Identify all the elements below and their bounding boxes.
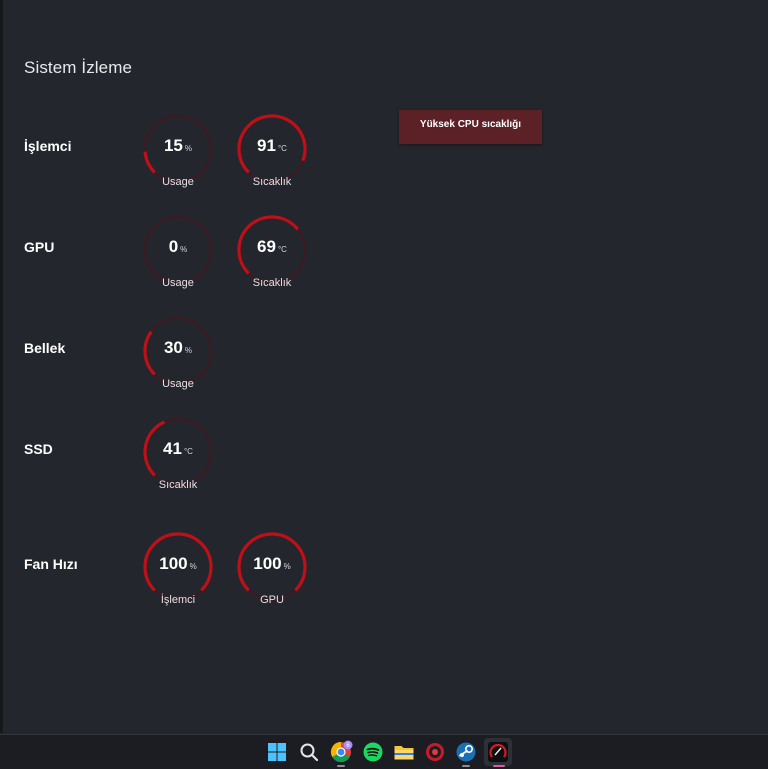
gauge-value: 100% [232,554,312,574]
row-label-ssd: SSD [24,441,53,457]
row-label-gpu: GPU [24,239,55,255]
gauge-caption: Usage [162,378,194,390]
gauge-number: 100 [253,554,282,573]
folder-glyph [394,746,414,760]
steam-logo [456,742,476,762]
gauge-unit: °C [277,144,287,153]
steam-icon[interactable] [454,740,478,764]
fan-cpu-gauge: 100% İşlemci [138,531,218,615]
file-explorer-icon[interactable] [392,740,416,764]
monitor-app-icon[interactable] [484,738,512,766]
windows-logo [268,743,286,761]
fan-gpu-gauge: 100% GPU [232,531,312,615]
gauge-number: 69 [257,237,276,256]
gauge-caption: Sıcaklık [158,479,198,491]
gauge-caption: Sıcaklık [252,176,292,188]
gauge-number: 41 [163,439,182,458]
gauge-number: 30 [163,338,183,357]
gauge-value: 15% [138,136,218,156]
gauge-number: 0 [168,237,179,256]
row-label-memory: Bellek [24,340,66,356]
app-window: Sistem İzleme Yüksek CPU sıcaklığı İşlem… [3,0,768,733]
gauge-number: 15 [163,136,183,155]
red-app-logo [426,743,444,761]
chrome-running-indicator [337,765,345,767]
monitor-app-logo [488,742,508,762]
spotify-logo [363,742,383,762]
gauge-unit: % [283,562,291,571]
chrome-logo: 6 [330,740,353,763]
gauge-unit: % [189,562,197,571]
high-cpu-temp-alert[interactable]: Yüksek CPU sıcaklığı [399,110,542,144]
gauge-number: 100 [159,554,188,573]
steam-running-indicator [462,765,470,767]
gauge-value: 30% [138,338,218,358]
gauge-unit: % [180,245,188,254]
search-icon[interactable] [297,740,321,764]
row-label-cpu: İşlemci [24,138,72,154]
gauge-unit: % [184,346,193,355]
monitor-app-active-indicator [493,765,505,767]
gauge-caption: GPU [260,594,284,606]
spotify-icon[interactable] [361,740,385,764]
chrome-icon[interactable]: 6 [329,740,353,764]
cpu-temp-gauge: 91 °C Sıcaklık [232,113,312,197]
gauge-value: 69 °C [232,237,312,257]
gauge-value: 41 °C [138,439,218,459]
page-title: Sistem İzleme [24,58,133,77]
gauge-unit: % [184,144,193,153]
ssd-temp-gauge: 41 °C Sıcaklık [138,416,218,500]
gauge-number: 91 [257,136,276,155]
taskbar: 6 [0,734,768,769]
row-label-fan: Fan Hızı [24,556,78,572]
gauge-unit: °C [183,447,193,456]
memory-usage-gauge: 30% Usage [138,315,218,399]
windows-start-icon[interactable] [265,740,289,764]
gauge-value: 91 °C [232,136,312,156]
app-red-icon[interactable] [423,740,447,764]
gpu-usage-gauge: 0% Usage [138,214,218,298]
gauge-value: 0% [138,237,218,257]
gauge-caption: Usage [162,277,194,289]
gpu-temp-gauge: 69 °C Sıcaklık [232,214,312,298]
gauge-caption: Sıcaklık [252,277,292,289]
gauge-value: 100% [138,554,218,574]
cpu-usage-gauge: 15% Usage [138,113,218,197]
gauge-caption: Usage [162,176,194,188]
magnifier-glyph [300,743,319,762]
gauge-caption: İşlemci [160,594,196,606]
gauge-unit: °C [277,245,287,254]
alert-text: Yüksek CPU sıcaklığı [419,119,522,130]
